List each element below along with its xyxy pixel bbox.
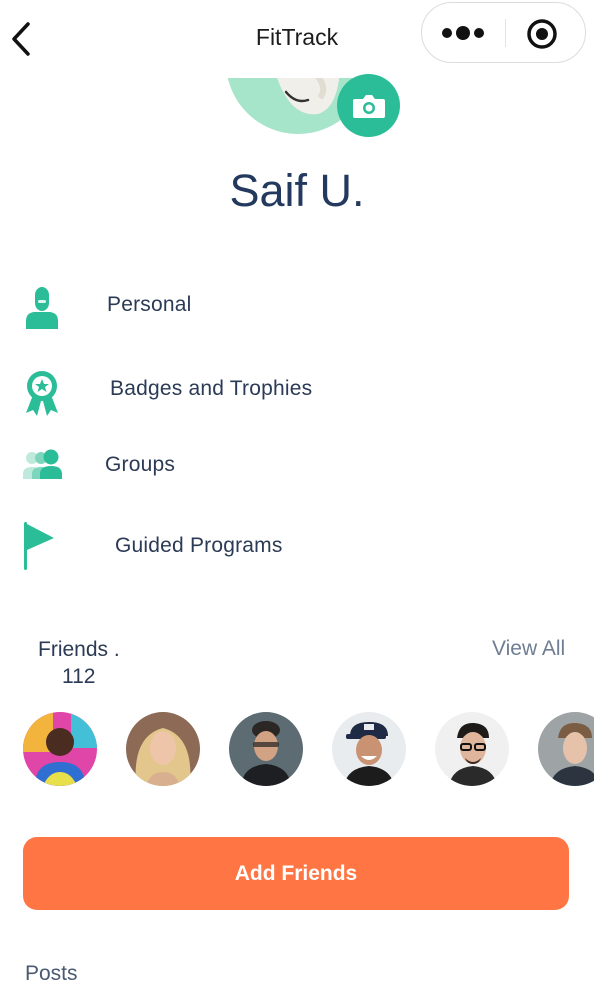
change-photo-button[interactable] — [337, 74, 400, 137]
friend-photo — [23, 712, 97, 786]
friend-avatar[interactable] — [229, 712, 303, 786]
menu-item-label: Personal — [107, 293, 192, 316]
more-button[interactable] — [440, 17, 490, 49]
menu-item-label: Groups — [105, 453, 176, 476]
more-dots-icon — [442, 26, 484, 40]
flag-icon — [22, 520, 62, 570]
camera-icon — [353, 95, 385, 118]
groups-icon — [22, 447, 62, 491]
friend-photo — [229, 712, 303, 786]
close-mini-program-button[interactable] — [525, 17, 559, 51]
menu-item-guided-programs[interactable]: Guided Programs — [0, 516, 594, 576]
friend-avatar[interactable] — [332, 712, 406, 786]
friends-title: Friends . — [38, 638, 120, 661]
friend-photo — [435, 712, 509, 786]
menu-item-label: Guided Programs — [115, 534, 283, 557]
friend-photo — [126, 712, 200, 786]
menu-item-badges[interactable]: Badges and Trophies — [0, 359, 594, 419]
friend-avatar[interactable] — [126, 712, 200, 786]
capsule-divider — [505, 19, 506, 47]
view-all-friends-link[interactable]: View All — [492, 637, 565, 661]
mini-program-capsule — [421, 2, 586, 63]
friend-photo — [332, 712, 406, 786]
menu-item-personal[interactable]: Personal — [0, 275, 594, 335]
menu-item-groups[interactable]: Groups — [0, 435, 594, 495]
friend-photo — [538, 712, 594, 786]
person-icon — [22, 285, 62, 329]
menu-item-label: Badges and Trophies — [110, 377, 313, 400]
friend-avatar[interactable] — [23, 712, 97, 786]
add-friends-button[interactable]: Add Friends — [23, 837, 569, 910]
badge-icon — [22, 369, 62, 416]
friends-count: 112 — [62, 665, 96, 688]
profile-name: Saif U. — [229, 165, 365, 216]
posts-section-title: Posts — [25, 962, 78, 985]
top-bar: FitTrack — [0, 0, 594, 78]
friend-avatar[interactable] — [538, 712, 594, 786]
friend-avatar[interactable] — [435, 712, 509, 786]
target-icon — [527, 19, 557, 49]
